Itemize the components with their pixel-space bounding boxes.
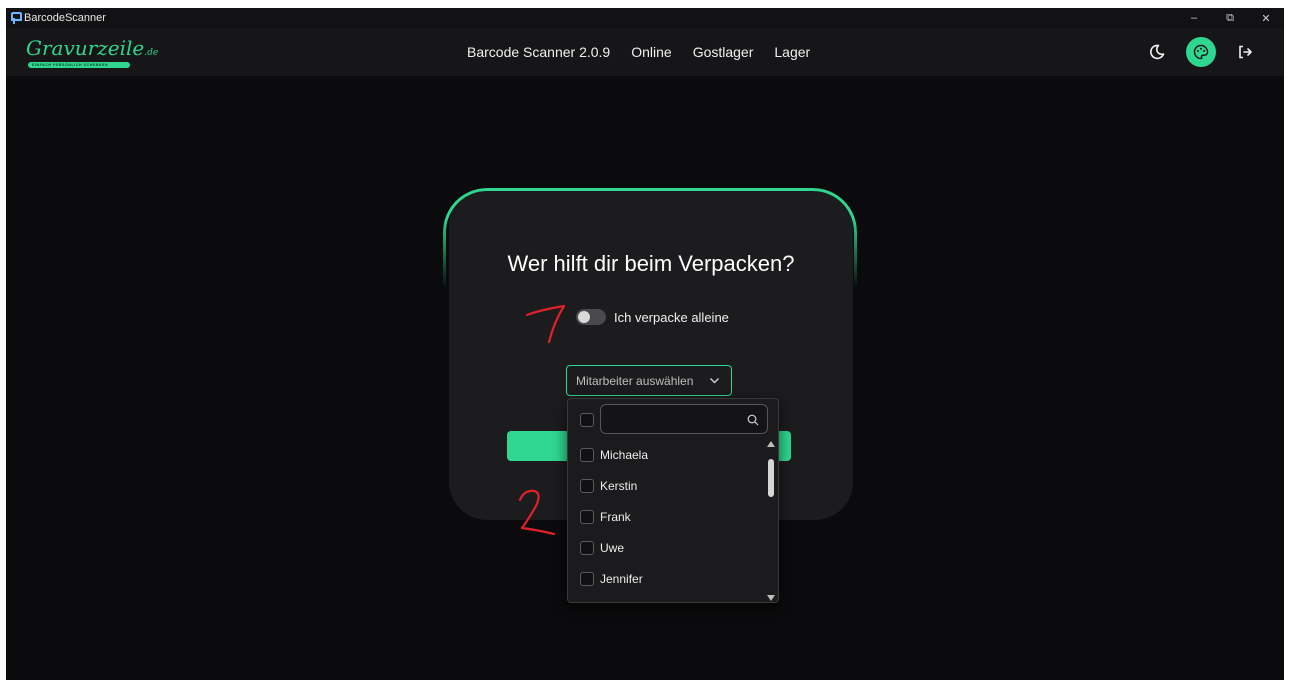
solo-toggle-row: Ich verpacke alleine [576,307,729,327]
scroll-down-arrow-icon[interactable] [767,595,775,601]
palette-icon[interactable] [1186,37,1216,67]
close-button[interactable]: ✕ [1248,8,1284,28]
moon-icon[interactable] [1142,37,1172,67]
list-item[interactable]: Uwe [568,532,766,563]
scrollbar-thumb[interactable] [768,459,774,497]
app-window: BarcodeScanner – ⧉ ✕ Gravurzeile.de EINF… [6,8,1284,680]
dropdown-scrollbar[interactable] [766,441,776,601]
title-bar: BarcodeScanner – ⧉ ✕ [6,8,1284,28]
employee-name: Uwe [600,540,625,555]
app-icon [10,12,22,24]
toggle-knob [578,311,590,323]
employee-list: Michaela Kerstin Frank Uwe Jennifer [568,439,766,601]
employee-name: Frank [600,509,631,524]
employee-select-placeholder: Mitarbeiter auswählen [576,373,694,388]
employee-checkbox[interactable] [580,540,594,555]
gravurzeile-logo[interactable]: Gravurzeile.de EINFACH PERSÖNLICH SCHENK… [26,36,159,68]
annotation-number-2 [518,489,556,536]
list-item[interactable]: Michaela [568,439,766,470]
logo-tagline: EINFACH PERSÖNLICH SCHENKEN [28,62,130,68]
dropdown-search-input[interactable] [600,404,768,434]
employee-dropdown: Michaela Kerstin Frank Uwe Jennifer [567,398,779,603]
list-item[interactable]: Kerstin [568,470,766,501]
logo-wordmark: Gravurzeile.de [26,36,159,60]
employee-checkbox[interactable] [580,447,594,462]
solo-toggle-label: Ich verpacke alleine [614,309,729,325]
employee-select[interactable]: Mitarbeiter auswählen [566,365,732,396]
top-navbar: Gravurzeile.de EINFACH PERSÖNLICH SCHENK… [6,28,1284,76]
employee-name: Jennifer [600,571,643,586]
nav-actions [1142,37,1260,67]
nav-link-barcode-scanner[interactable]: Barcode Scanner 2.0.9 [467,44,610,60]
scroll-up-arrow-icon[interactable] [767,441,775,447]
search-icon [747,413,759,431]
logout-icon[interactable] [1230,37,1260,67]
nav-link-gostlager[interactable]: Gostlager [693,44,754,60]
annotation-number-1 [525,304,566,344]
employee-checkbox[interactable] [580,478,594,493]
minimize-button[interactable]: – [1176,8,1212,28]
chevron-down-icon [709,375,720,389]
nav-link-online[interactable]: Online [631,44,671,60]
solo-toggle[interactable] [576,309,606,325]
list-item[interactable]: Frank [568,501,766,532]
list-item[interactable]: Jennifer [568,563,766,594]
nav-link-lager[interactable]: Lager [774,44,810,60]
window-controls: – ⧉ ✕ [1176,8,1284,28]
select-all-checkbox[interactable] [580,413,594,427]
nav-links: Barcode Scanner 2.0.9 Online Gostlager L… [467,28,810,76]
restore-button[interactable]: ⧉ [1212,8,1248,28]
dropdown-header [568,399,778,439]
window-title: BarcodeScanner [24,12,106,24]
employee-checkbox[interactable] [580,509,594,524]
employee-checkbox[interactable] [580,571,594,586]
employee-name: Kerstin [600,478,638,493]
employee-name: Michaela [600,447,649,462]
card-title: Wer hilft dir beim Verpacken? [507,251,795,276]
